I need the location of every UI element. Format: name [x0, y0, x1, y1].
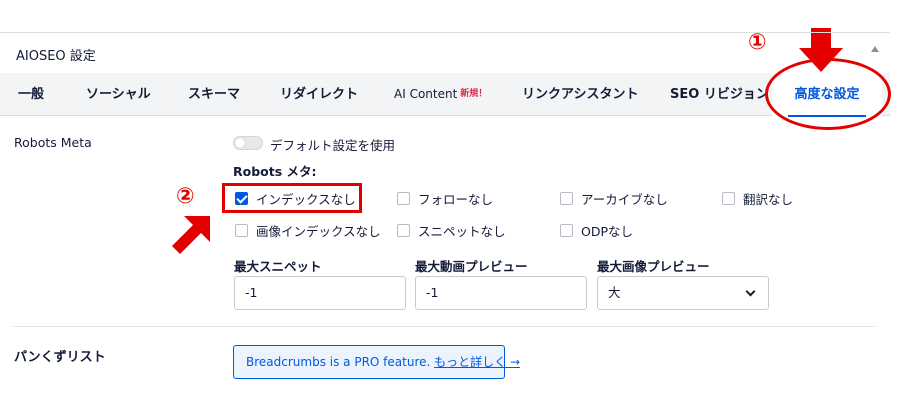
- learn-more-link[interactable]: もっと詳しく →: [434, 355, 520, 369]
- tab-label: リダイレクト: [280, 87, 359, 102]
- pro-notice-text: Breadcrumbs is a PRO feature.: [246, 355, 435, 369]
- tab-label: スキーマ: [188, 87, 241, 102]
- tab-label: リンクアシスタント: [522, 87, 639, 102]
- checkbox-nofollow[interactable]: フォローなし: [397, 188, 493, 208]
- settings-tab-bar: 一般 ソーシャル スキーマ リダイレクト AI Content 新規！ リンクアシ…: [0, 73, 890, 117]
- use-default-toggle[interactable]: [233, 136, 263, 150]
- annotation-ellipse: [765, 58, 891, 130]
- checkbox-label: 翻訳なし: [743, 191, 794, 207]
- tab-label: AI Content: [394, 87, 458, 101]
- checkbox-icon[interactable]: [560, 223, 573, 237]
- annotation-arrow-diagonal-icon: [172, 216, 210, 254]
- checkbox-label: 画像インデックスなし: [256, 223, 381, 239]
- checkbox-icon[interactable]: [722, 191, 735, 205]
- section-divider: [13, 326, 875, 327]
- checkbox-label: アーカイブなし: [581, 191, 668, 207]
- checkbox-icon[interactable]: [397, 191, 410, 205]
- robots-meta-title: Robots メタ:: [233, 164, 317, 179]
- tab-label: 一般: [18, 87, 45, 102]
- tab-label: ソーシャル: [86, 87, 151, 102]
- max-image-preview-select[interactable]: 大: [597, 276, 769, 310]
- robots-meta-label: Robots Meta: [14, 135, 92, 150]
- tab-link-assistant[interactable]: リンクアシスタント: [522, 73, 638, 116]
- tab-redirect[interactable]: リダイレクト: [280, 73, 358, 116]
- collapse-caret-icon[interactable]: [871, 46, 879, 52]
- panel-header[interactable]: AIOSEO 設定: [0, 33, 890, 71]
- select-value: 大: [608, 285, 621, 300]
- checkbox-label: フォローなし: [418, 191, 494, 207]
- max-image-preview-label: 最大画像プレビュー: [597, 259, 710, 274]
- tab-ai-content[interactable]: AI Content 新規！: [394, 73, 487, 116]
- use-default-toggle-label: デフォルト設定を使用: [270, 138, 396, 153]
- checkbox-icon[interactable]: [397, 223, 410, 237]
- max-video-preview-input[interactable]: -1: [415, 276, 587, 310]
- breadcrumbs-label: パンくずリスト: [14, 350, 106, 365]
- checkbox-nosnippet[interactable]: スニペットなし: [397, 220, 506, 240]
- breadcrumbs-pro-notice: Breadcrumbs is a PRO feature. もっと詳しく →: [233, 345, 520, 379]
- tab-schema[interactable]: スキーマ: [188, 73, 240, 116]
- new-badge: 新規！: [460, 89, 488, 99]
- checkbox-label: ODPなし: [581, 223, 634, 239]
- chevron-down-icon: [745, 286, 756, 297]
- tab-general[interactable]: 一般: [18, 73, 44, 116]
- tab-social[interactable]: ソーシャル: [86, 73, 151, 116]
- checkbox-icon[interactable]: [560, 191, 573, 205]
- panel-title: AIOSEO 設定: [16, 49, 96, 64]
- annotation-marker-2: ②: [176, 184, 195, 209]
- tab-label: SEO リビジョン: [670, 87, 769, 102]
- tab-seo-revisions[interactable]: SEO リビジョン: [670, 73, 769, 116]
- checkbox-label: スニペットなし: [418, 223, 506, 239]
- checkbox-noimageindex[interactable]: 画像インデックスなし: [235, 220, 381, 240]
- checkbox-icon[interactable]: [235, 223, 248, 237]
- max-snippet-input[interactable]: -1: [234, 276, 406, 310]
- annotation-highlight-box: [222, 183, 362, 213]
- checkbox-noarchive[interactable]: アーカイブなし: [560, 188, 668, 208]
- max-video-preview-label: 最大動画プレビュー: [415, 259, 528, 274]
- checkbox-noodp[interactable]: ODPなし: [560, 220, 633, 240]
- max-snippet-label: 最大スニペット: [234, 259, 322, 274]
- checkbox-notranslate[interactable]: 翻訳なし: [722, 188, 793, 208]
